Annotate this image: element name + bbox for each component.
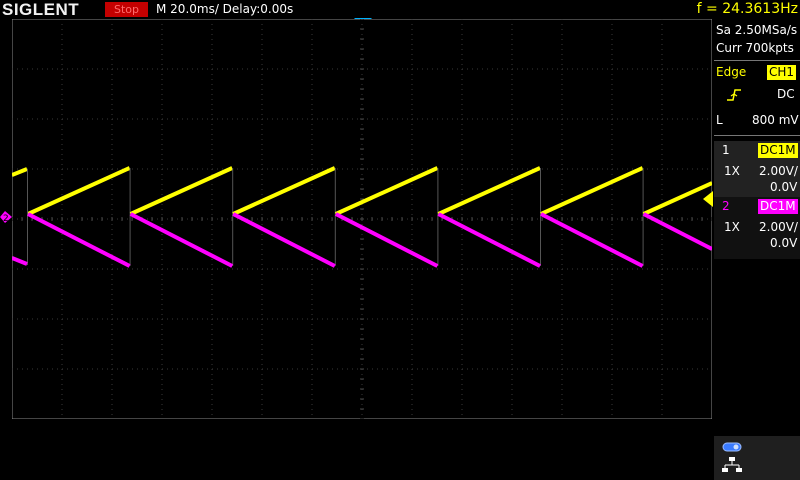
edge-rising-icon: [727, 89, 741, 101]
ch1-probe: 1X: [724, 164, 740, 178]
ch1-offset: 0.0V: [770, 180, 798, 194]
ch1-scale: 2.00V/: [759, 164, 798, 178]
ch2-reference-marker-icon[interactable]: 2: [0, 210, 12, 224]
divider: [714, 135, 800, 136]
top-status-bar: SIGLENT Stop M 20.0ms/ Delay:0.00s f = 2…: [0, 0, 800, 19]
trigger-coupling: DC: [777, 87, 795, 101]
waveform-display[interactable]: [12, 19, 712, 419]
ch2-offset: 0.0V: [770, 236, 798, 250]
trigger-type-label: Edge: [716, 65, 747, 79]
trigger-level-marker-icon[interactable]: [703, 191, 713, 207]
trigger-source-badge: CH1: [767, 65, 797, 80]
trigger-level-label: L: [716, 113, 723, 127]
usb-icon: [722, 442, 742, 452]
ch2-number: 2: [722, 199, 730, 213]
ch2-probe: 1X: [724, 220, 740, 234]
ch1-coupling-badge: DC1M: [758, 143, 798, 158]
network-icon: [722, 457, 742, 472]
timebase-readout[interactable]: M 20.0ms/ Delay:0.00s: [156, 2, 293, 16]
sample-rate-row: Sa 2.50MSa/s: [714, 23, 800, 41]
svg-text:2: 2: [3, 214, 9, 224]
ch1-number: 1: [722, 143, 730, 157]
trigger-type-row[interactable]: Edge CH1: [714, 65, 800, 83]
trigger-coupling-row[interactable]: DC: [714, 87, 800, 105]
sample-rate: Sa 2.50MSa/s: [716, 23, 798, 37]
trigger-level-value: 800 mV: [752, 113, 799, 127]
memory-depth: Curr 700kpts: [716, 41, 794, 55]
memory-depth-row: Curr 700kpts: [714, 41, 800, 59]
divider: [714, 60, 800, 61]
ch1-info-box[interactable]: 1 DC1M 1X 2.00V/ 0.0V: [714, 141, 800, 203]
run-stop-indicator[interactable]: Stop: [105, 2, 148, 17]
trigger-level-row[interactable]: L 800 mV: [714, 113, 800, 131]
ch2-scale: 2.00V/: [759, 220, 798, 234]
status-icons: [714, 436, 800, 480]
ch2-coupling-badge: DC1M: [758, 199, 798, 214]
frequency-readout: f = 24.3613Hz: [696, 1, 798, 17]
ch2-info-box[interactable]: 2 DC1M 1X 2.00V/ 0.0V: [714, 197, 800, 259]
brand-logo: SIGLENT: [2, 0, 80, 19]
